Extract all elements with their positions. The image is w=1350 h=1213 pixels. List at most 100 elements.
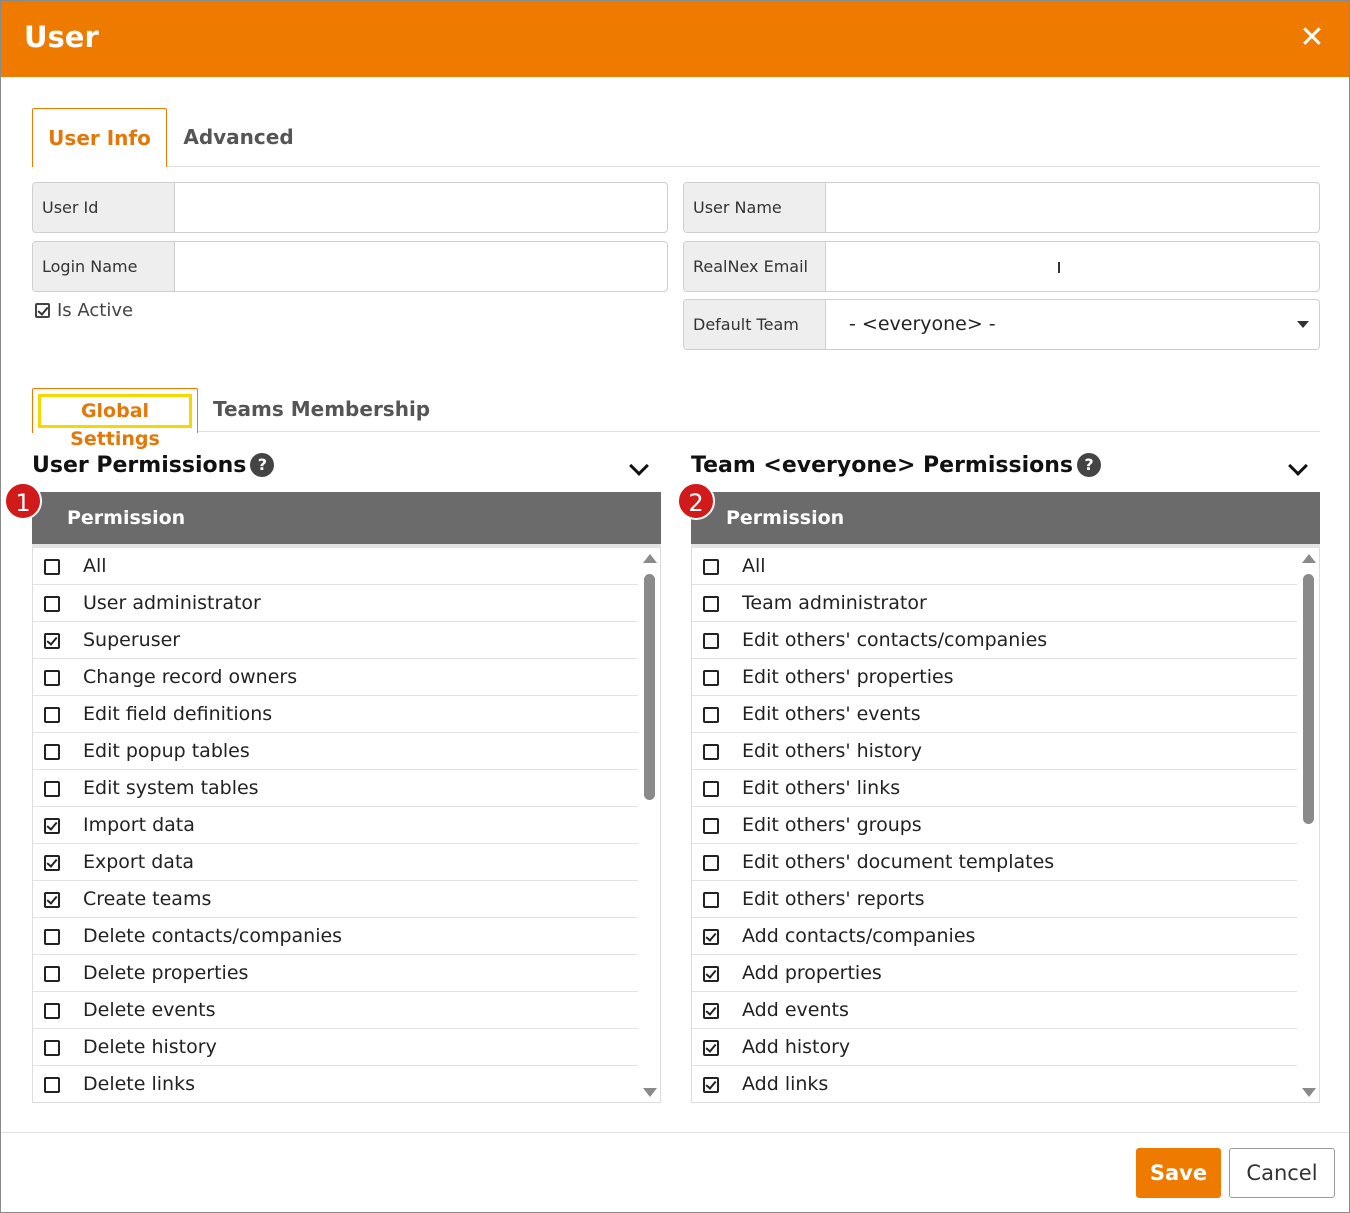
checkbox-icon[interactable] xyxy=(44,781,60,797)
permission-row[interactable]: Add links xyxy=(692,1066,1297,1102)
permission-row[interactable]: Delete links xyxy=(33,1066,638,1102)
scroll-up-icon[interactable] xyxy=(1302,554,1316,563)
permission-row[interactable]: Edit others' events xyxy=(692,696,1297,733)
permission-label: Add links xyxy=(742,1073,829,1095)
checkbox-checked-icon[interactable] xyxy=(703,1040,719,1056)
dialog-titlebar: User ✕ xyxy=(1,1,1349,77)
permission-label: Edit others' document templates xyxy=(742,851,1055,873)
tab-teams-membership[interactable]: Teams Membership xyxy=(213,397,430,421)
checkbox-icon[interactable] xyxy=(44,1040,60,1056)
save-button[interactable]: Save xyxy=(1136,1148,1221,1198)
tab-user-info[interactable]: User Info xyxy=(32,108,167,167)
login-name-input[interactable] xyxy=(176,242,667,291)
permission-row[interactable]: Team administrator xyxy=(692,585,1297,622)
permission-row[interactable]: Edit others' contacts/companies xyxy=(692,622,1297,659)
permission-row[interactable]: Edit others' properties xyxy=(692,659,1297,696)
checkbox-checked-icon[interactable] xyxy=(703,1003,719,1019)
scroll-down-icon[interactable] xyxy=(643,1088,657,1097)
scrollbar[interactable] xyxy=(1299,548,1317,1102)
permission-label: Edit others' events xyxy=(742,703,921,725)
permission-row[interactable]: User administrator xyxy=(33,585,638,622)
checkbox-checked-icon[interactable] xyxy=(44,633,60,649)
realnex-email-input[interactable] xyxy=(827,242,1319,291)
checkbox-icon[interactable] xyxy=(44,596,60,612)
checkbox-checked-icon[interactable] xyxy=(44,855,60,871)
permission-row[interactable]: Edit others' document templates xyxy=(692,844,1297,881)
checkbox-icon[interactable] xyxy=(44,1077,60,1093)
permission-label: Delete history xyxy=(83,1036,217,1058)
permission-row[interactable]: Delete history xyxy=(33,1029,638,1066)
permission-row[interactable]: Import data xyxy=(33,807,638,844)
permission-row[interactable]: Delete events xyxy=(33,992,638,1029)
checkbox-icon[interactable] xyxy=(703,633,719,649)
dropdown-caret-icon[interactable] xyxy=(1297,321,1309,328)
tab-global-settings[interactable]: Global Settings xyxy=(32,388,198,450)
permission-row[interactable]: Edit others' history xyxy=(692,733,1297,770)
checkbox-icon[interactable] xyxy=(703,707,719,723)
checkbox-icon[interactable] xyxy=(44,707,60,723)
checkbox-icon[interactable] xyxy=(44,559,60,575)
chevron-down-icon[interactable] xyxy=(1288,456,1308,476)
checkbox-checked-icon[interactable] xyxy=(703,966,719,982)
scroll-down-icon[interactable] xyxy=(1302,1088,1316,1097)
permission-row[interactable]: Change record owners xyxy=(33,659,638,696)
checkbox-icon[interactable] xyxy=(44,744,60,760)
checkbox-icon[interactable] xyxy=(44,966,60,982)
chevron-down-icon[interactable] xyxy=(629,456,649,476)
is-active-checkbox[interactable]: Is Active xyxy=(35,300,133,321)
user-name-label: User Name xyxy=(684,183,826,232)
permission-label: Add history xyxy=(742,1036,851,1058)
user-id-field: User Id xyxy=(32,182,668,233)
close-icon[interactable]: ✕ xyxy=(1297,23,1327,53)
checkbox-checked-icon[interactable] xyxy=(35,303,50,318)
permission-row[interactable]: Export data xyxy=(33,844,638,881)
permission-row[interactable]: Create teams xyxy=(33,881,638,918)
permission-label: Edit others' history xyxy=(742,740,922,762)
checkbox-icon[interactable] xyxy=(703,818,719,834)
permission-row[interactable]: Edit popup tables xyxy=(33,733,638,770)
checkbox-icon[interactable] xyxy=(703,596,719,612)
user-id-input[interactable] xyxy=(176,183,667,232)
checkbox-icon[interactable] xyxy=(44,670,60,686)
permission-label: User administrator xyxy=(83,592,261,614)
checkbox-checked-icon[interactable] xyxy=(44,818,60,834)
default-team-select[interactable]: - <everyone> - xyxy=(827,300,1319,349)
permission-row[interactable]: Delete properties xyxy=(33,955,638,992)
permission-row[interactable]: Edit field definitions xyxy=(33,696,638,733)
checkbox-icon[interactable] xyxy=(703,855,719,871)
permission-row[interactable]: Delete contacts/companies xyxy=(33,918,638,955)
checkbox-icon[interactable] xyxy=(44,1003,60,1019)
tab-advanced[interactable]: Advanced xyxy=(171,108,306,167)
permission-row[interactable]: Add properties xyxy=(692,955,1297,992)
permission-row[interactable]: All xyxy=(33,548,638,585)
checkbox-icon[interactable] xyxy=(703,781,719,797)
permission-row[interactable]: Edit others' groups xyxy=(692,807,1297,844)
scroll-thumb[interactable] xyxy=(1303,574,1314,824)
checkbox-icon[interactable] xyxy=(703,559,719,575)
user-name-input[interactable] xyxy=(827,183,1319,232)
cancel-button[interactable]: Cancel xyxy=(1229,1148,1335,1198)
permission-row[interactable]: Superuser xyxy=(33,622,638,659)
checkbox-checked-icon[interactable] xyxy=(703,1077,719,1093)
footer-divider xyxy=(1,1132,1349,1133)
checkbox-icon[interactable] xyxy=(703,744,719,760)
scroll-thumb[interactable] xyxy=(644,574,655,800)
help-icon[interactable]: ? xyxy=(250,453,275,477)
checkbox-icon[interactable] xyxy=(703,892,719,908)
checkbox-checked-icon[interactable] xyxy=(703,929,719,945)
permission-row[interactable]: Edit system tables xyxy=(33,770,638,807)
permission-row[interactable]: Add events xyxy=(692,992,1297,1029)
permission-row[interactable]: Edit others' links xyxy=(692,770,1297,807)
permission-label: Add events xyxy=(742,999,849,1021)
permission-row[interactable]: Edit others' reports xyxy=(692,881,1297,918)
permission-row[interactable]: All xyxy=(692,548,1297,585)
permission-label: Add properties xyxy=(742,962,882,984)
checkbox-icon[interactable] xyxy=(44,929,60,945)
help-icon[interactable]: ? xyxy=(1077,453,1101,477)
permission-row[interactable]: Add contacts/companies xyxy=(692,918,1297,955)
scroll-up-icon[interactable] xyxy=(643,554,657,563)
permission-row[interactable]: Add history xyxy=(692,1029,1297,1066)
checkbox-icon[interactable] xyxy=(703,670,719,686)
scrollbar[interactable] xyxy=(640,548,658,1102)
checkbox-checked-icon[interactable] xyxy=(44,892,60,908)
